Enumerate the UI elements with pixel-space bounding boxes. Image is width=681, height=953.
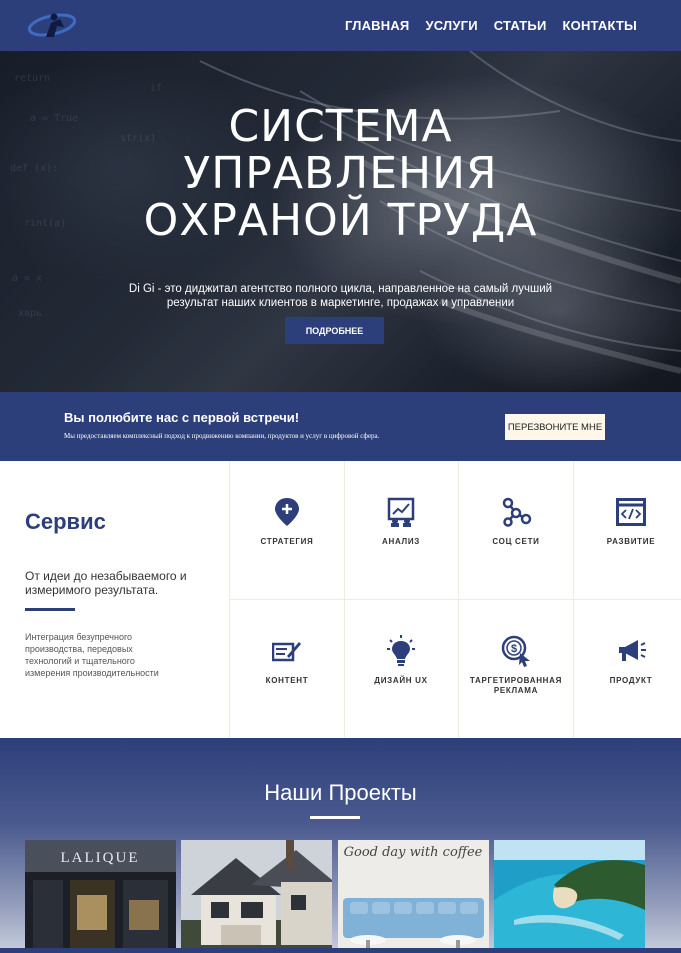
service-strategy[interactable]: СТРАТЕГИЯ	[230, 461, 345, 600]
code-window-icon	[615, 496, 647, 528]
hero-title-line-2: УПРАВЛЕНИЯ	[183, 148, 498, 199]
more-button[interactable]: ПОДРОБНЕЕ	[285, 317, 384, 344]
service-targeted-ads[interactable]: $ ТАРГЕТИРОВАННАЯ РЕКЛАМА	[459, 600, 574, 739]
social-network-icon	[500, 496, 532, 528]
strategy-pin-icon	[271, 496, 303, 528]
dollar-cursor-icon: $	[500, 635, 532, 667]
service-label: СОЦ СЕТИ	[492, 537, 540, 546]
project-card-island[interactable]	[494, 840, 645, 953]
nav-item-contacts[interactable]: КОНТАКТЫ	[563, 18, 637, 33]
projects-divider	[310, 816, 360, 819]
nav-item-articles[interactable]: СТАТЬИ	[494, 18, 547, 33]
service-label: КОНТЕНТ	[265, 676, 309, 685]
nav-item-services[interactable]: УСЛУГИ	[425, 18, 477, 33]
project-image-island	[494, 840, 645, 953]
services-section: Сервис От идеи до незабываемого и измери…	[0, 461, 681, 739]
services-title: Сервис	[25, 509, 106, 534]
services-tagline: От идеи до незабываемого и измеримого ре…	[25, 569, 187, 597]
projects-title: Наши Проекты	[264, 780, 417, 805]
megaphone-icon	[615, 635, 647, 667]
project-sign-text: LALIQUE	[61, 850, 140, 866]
hero-description: Di Gi - это диджитал агентство полного ц…	[120, 282, 561, 310]
service-label: СТРАТЕГИЯ	[260, 537, 314, 546]
hero-description-line-2: результат наших клиентов в маркетинге, п…	[166, 297, 515, 309]
services-divider	[25, 608, 75, 611]
service-social[interactable]: СОЦ СЕТИ	[459, 461, 574, 600]
service-label: ТАРГЕТИРОВАННАЯ РЕКЛАМА	[469, 676, 563, 695]
hero-title: СИСТЕМА УПРАВЛЕНИЯ ОХРАНОЙ ТРУДА	[0, 103, 681, 244]
service-analysis[interactable]: АНАЛИЗ	[344, 461, 459, 600]
hero-title-line-3: ОХРАНОЙ ТРУДА	[143, 195, 538, 246]
service-ux-design[interactable]: ДИЗАЙН UX	[344, 600, 459, 739]
bottom-strip	[0, 948, 681, 953]
analysis-board-icon	[385, 496, 417, 528]
project-card-cafe[interactable]: Good day with coffee	[338, 840, 489, 953]
service-label: АНАЛИЗ	[381, 537, 420, 546]
projects-section: Наши Проекты LALIQUE Good day with coffe…	[0, 738, 681, 953]
lightbulb-icon	[385, 635, 417, 667]
project-image-storefront: LALIQUE	[25, 840, 176, 953]
svg-text:$: $	[511, 643, 517, 655]
hero-title-line-1: СИСТЕМА	[228, 101, 453, 152]
services-grid: СТРАТЕГИЯ АНАЛИЗ СОЦ СЕТИ РАЗВИТИЕ КОНТЕ…	[229, 461, 681, 739]
callback-title: Вы полюбите нас с первой встречи!	[64, 410, 300, 425]
navbar: ГЛАВНАЯ УСЛУГИ СТАТЬИ КОНТАКТЫ	[0, 0, 681, 51]
logo[interactable]	[24, 7, 80, 43]
project-image-house	[181, 840, 332, 953]
hero-description-line-1: Di Gi - это диджитал агентство полного ц…	[128, 283, 553, 295]
services-description: Интеграция безупречного производства, пе…	[25, 632, 159, 678]
project-image-cafe: Good day with coffee	[338, 840, 489, 953]
service-product[interactable]: ПРОДУКТ	[574, 600, 681, 739]
hero-section: return a = True def (x): rint(a) a = x x…	[0, 51, 681, 392]
nav-item-home[interactable]: ГЛАВНАЯ	[345, 18, 409, 33]
service-label: ПРОДУКТ	[609, 676, 653, 685]
nav-menu: ГЛАВНАЯ УСЛУГИ СТАТЬИ КОНТАКТЫ	[345, 0, 637, 51]
project-card-lalique[interactable]: LALIQUE	[25, 840, 176, 953]
service-label: ДИЗАЙН UX	[374, 676, 428, 685]
callback-band: Вы полюбите нас с первой встречи! Мы пре…	[0, 392, 681, 461]
service-development[interactable]: РАЗВИТИЕ	[574, 461, 681, 600]
callback-button[interactable]: ПЕРЕЗВОНИТЕ МНЕ	[505, 414, 605, 440]
content-pen-icon	[271, 635, 303, 667]
service-content[interactable]: КОНТЕНТ	[230, 600, 345, 739]
project-sign-text: Good day with coffee	[344, 845, 483, 860]
project-card-house[interactable]	[181, 840, 332, 953]
callback-text: Мы предоставляем комплексный подход к пр…	[64, 432, 380, 440]
service-label: РАЗВИТИЕ	[606, 537, 656, 546]
